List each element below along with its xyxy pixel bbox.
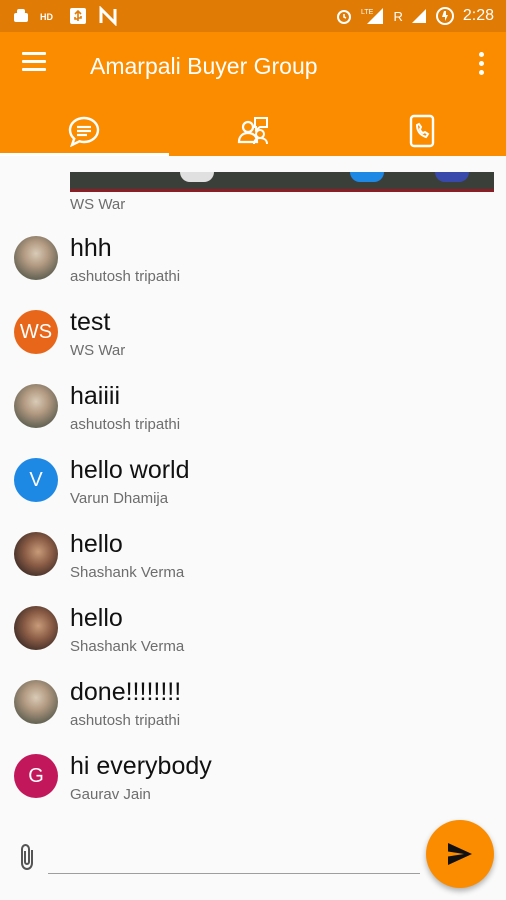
- message-text: haiiii: [70, 382, 121, 410]
- message-text: hello world: [70, 456, 190, 484]
- app-bar: Amarpali Buyer Group: [0, 32, 506, 156]
- tab-calls[interactable]: [337, 106, 506, 156]
- list-item[interactable]: V hello world Varun Dhamija: [0, 450, 506, 524]
- tab-chats[interactable]: [0, 106, 169, 156]
- avatar-initials: WS: [19, 320, 53, 343]
- signal-2-icon: [411, 9, 426, 23]
- avatar[interactable]: [14, 236, 58, 280]
- hd-icon: HD: [40, 12, 53, 22]
- message-sender: Shashank Verma: [70, 564, 185, 581]
- message-sender: ashutosh tripathi: [70, 712, 181, 729]
- avatar[interactable]: V: [14, 458, 58, 502]
- clock: 2:28: [462, 7, 494, 24]
- svg-text:LTE: LTE: [361, 9, 374, 16]
- system-indicators: LTE R 2:28: [335, 6, 494, 26]
- send-icon: [448, 843, 472, 865]
- battery-saver-icon: [435, 7, 454, 25]
- message-text: test: [70, 308, 111, 336]
- contact-phone-icon: [409, 114, 434, 148]
- message-text: hi everybody: [70, 752, 212, 780]
- list-item[interactable]: WS test WS War: [0, 302, 506, 376]
- alarm-icon: [337, 10, 352, 24]
- avatar[interactable]: WS: [14, 310, 58, 354]
- message-text: done!!!!!!!!: [70, 678, 182, 706]
- chat-bubble-icon: [69, 116, 100, 147]
- avatar[interactable]: [14, 606, 58, 650]
- hamburger-menu-icon[interactable]: [22, 52, 46, 74]
- message-sender: ashutosh tripathi: [70, 268, 181, 285]
- avatar-initials: G: [28, 764, 44, 787]
- message-text: hello: [70, 604, 123, 632]
- tab-groups[interactable]: [169, 106, 338, 156]
- notification-icons: HD: [12, 6, 118, 26]
- status-bar: HD LTE R 2:28: [0, 0, 506, 32]
- image-attachment[interactable]: [70, 172, 494, 192]
- usb-icon: [70, 8, 86, 24]
- tab-bar: [0, 106, 506, 156]
- list-item[interactable]: G hi everybody Gaurav Jain: [0, 746, 506, 806]
- roaming-label: R: [393, 8, 403, 24]
- signal-icon: LTE: [361, 8, 384, 24]
- message-sender: Varun Dhamija: [70, 490, 169, 507]
- page-title: Amarpali Buyer Group: [90, 53, 318, 79]
- avatar[interactable]: G: [14, 754, 58, 798]
- group-icon: [237, 117, 268, 145]
- message-sender: WS War: [70, 196, 126, 213]
- composer: [0, 806, 506, 900]
- android-debug-icon: [14, 9, 28, 22]
- avatar[interactable]: [14, 680, 58, 724]
- send-button[interactable]: [426, 820, 494, 888]
- list-item[interactable]: haiiii ashutosh tripathi: [0, 376, 506, 450]
- avatar[interactable]: [14, 384, 58, 428]
- avatar[interactable]: [14, 532, 58, 576]
- message-list[interactable]: WS War hhh ashutosh tripathi WS test WS …: [0, 156, 506, 806]
- message-text: hhh: [70, 234, 112, 262]
- message-sender: Gaurav Jain: [70, 786, 151, 803]
- list-item[interactable]: hhh ashutosh tripathi: [0, 228, 506, 302]
- attachment-icon[interactable]: [16, 842, 40, 872]
- more-options-icon[interactable]: [476, 52, 486, 78]
- message-sender: WS War: [70, 342, 126, 359]
- message-text: hello: [70, 530, 123, 558]
- svg-text:HD: HD: [40, 12, 53, 22]
- avatar-initials: V: [29, 468, 43, 491]
- list-item[interactable]: hello Shashank Verma: [0, 598, 506, 672]
- message-input[interactable]: [48, 840, 420, 874]
- n-app-icon: [99, 6, 117, 26]
- message-sender: ashutosh tripathi: [70, 416, 181, 433]
- list-item[interactable]: hello Shashank Verma: [0, 524, 506, 598]
- list-item[interactable]: done!!!!!!!! ashutosh tripathi: [0, 672, 506, 746]
- message-sender: Shashank Verma: [70, 638, 185, 655]
